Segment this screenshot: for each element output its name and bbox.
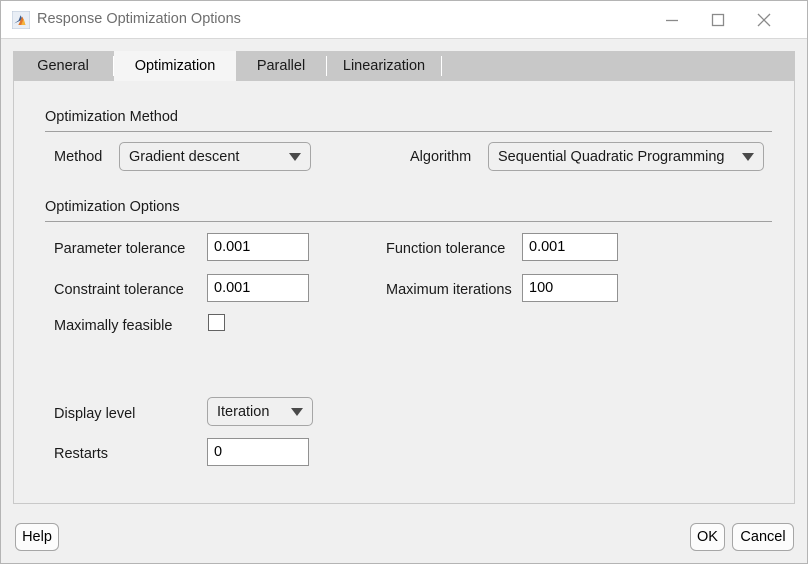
chevron-down-icon	[291, 408, 303, 416]
display-level-dropdown[interactable]: Iteration	[207, 397, 313, 426]
group-title-optimization-method: Optimization Method	[45, 109, 178, 125]
close-icon[interactable]	[741, 1, 787, 38]
maximum-iterations-input[interactable]	[522, 274, 618, 302]
chevron-down-icon	[742, 153, 754, 161]
tab-parallel[interactable]: Parallel	[236, 51, 326, 81]
tab-parallel-label: Parallel	[257, 58, 305, 74]
function-tolerance-input[interactable]	[522, 233, 618, 261]
function-tolerance-label: Function tolerance	[386, 239, 505, 259]
group-divider-optimization-options	[45, 221, 772, 222]
display-level-dropdown-value: Iteration	[217, 398, 269, 425]
tab-general-label: General	[37, 58, 89, 74]
optimization-tab-panel: Optimization Method Method Gradient desc…	[13, 81, 795, 504]
tab-linearization[interactable]: Linearization	[327, 51, 441, 81]
tab-separator	[441, 56, 442, 76]
algorithm-dropdown[interactable]: Sequential Quadratic Programming	[488, 142, 764, 171]
method-dropdown[interactable]: Gradient descent	[119, 142, 311, 171]
method-label: Method	[54, 147, 102, 167]
help-button-label: Help	[22, 529, 52, 545]
group-title-optimization-options: Optimization Options	[45, 199, 180, 215]
maximize-icon[interactable]	[695, 1, 741, 38]
restarts-label: Restarts	[54, 444, 108, 464]
constraint-tolerance-label: Constraint tolerance	[54, 280, 184, 300]
restarts-input[interactable]	[207, 438, 309, 466]
tab-optimization[interactable]: Optimization	[114, 51, 236, 81]
constraint-tolerance-input[interactable]	[207, 274, 309, 302]
display-level-label: Display level	[54, 404, 135, 424]
group-divider-optimization-method	[45, 131, 772, 132]
parameter-tolerance-input[interactable]	[207, 233, 309, 261]
algorithm-dropdown-value: Sequential Quadratic Programming	[498, 143, 724, 170]
maximally-feasible-label: Maximally feasible	[54, 316, 172, 336]
titlebar: Response Optimization Options	[1, 1, 807, 39]
cancel-button-label: Cancel	[740, 529, 785, 545]
response-optimization-options-dialog: Response Optimization Options General Op…	[0, 0, 808, 564]
cancel-button[interactable]: Cancel	[732, 523, 794, 551]
maximally-feasible-checkbox[interactable]	[208, 314, 225, 331]
maximum-iterations-label: Maximum iterations	[386, 280, 512, 300]
method-dropdown-value: Gradient descent	[129, 143, 239, 170]
ok-button-label: OK	[697, 529, 718, 545]
window-title: Response Optimization Options	[37, 1, 241, 38]
tab-linearization-label: Linearization	[343, 58, 425, 74]
chevron-down-icon	[289, 153, 301, 161]
ok-button[interactable]: OK	[690, 523, 725, 551]
tab-general[interactable]: General	[13, 51, 113, 81]
tab-bar: General Optimization Parallel Linearizat…	[13, 51, 795, 81]
minimize-icon[interactable]	[649, 1, 695, 38]
parameter-tolerance-label: Parameter tolerance	[54, 239, 185, 259]
help-button[interactable]: Help	[15, 523, 59, 551]
matlab-logo-icon	[12, 11, 30, 29]
algorithm-label: Algorithm	[410, 147, 471, 167]
tab-optimization-label: Optimization	[135, 58, 216, 74]
